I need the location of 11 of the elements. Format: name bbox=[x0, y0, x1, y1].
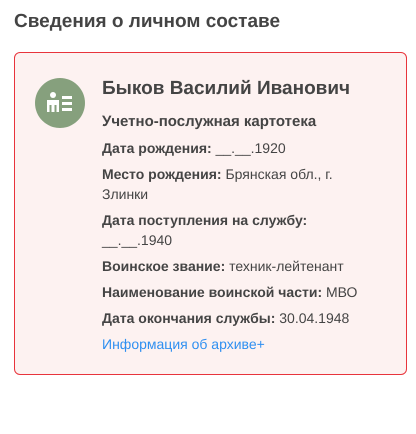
person-name: Быков Василий Иванович bbox=[102, 78, 352, 100]
record-type: Учетно-послужная картотека bbox=[102, 112, 318, 132]
record-field: Наименование воинской части: МВО bbox=[102, 282, 377, 302]
record-field: Дата окончания службы: 30.04.1948 bbox=[102, 308, 377, 328]
record-field: Дата поступления на службу: __.__.1940 bbox=[102, 210, 377, 250]
record-field: Воинское звание: техник-лейтенант bbox=[102, 256, 377, 276]
section-title: Сведения о личном составе bbox=[14, 10, 282, 34]
record-field: Дата рождения: __.__.1920 bbox=[102, 138, 377, 158]
archive-info-link[interactable]: Информация об архиве+ bbox=[102, 334, 265, 354]
person-record-icon bbox=[35, 78, 85, 128]
record-field: Место рождения: Брянская обл., г. Злинки bbox=[102, 164, 377, 204]
